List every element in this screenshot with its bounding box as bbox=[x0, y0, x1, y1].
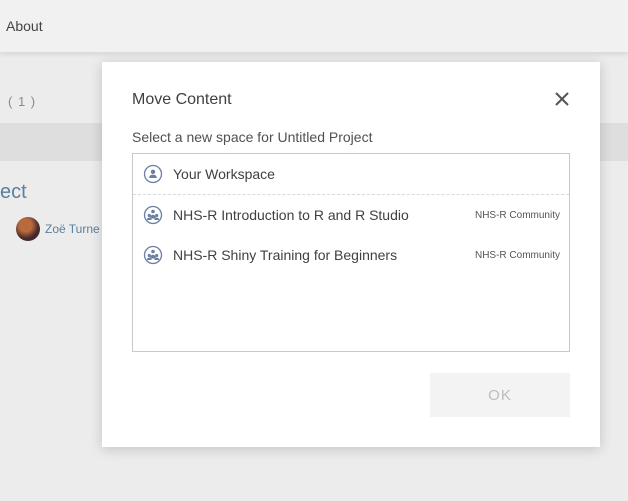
space-label: NHS-R Shiny Training for Beginners bbox=[173, 247, 398, 263]
close-icon bbox=[555, 92, 569, 106]
group-icon bbox=[143, 205, 163, 225]
space-item-your-workspace[interactable]: Your Workspace bbox=[133, 154, 569, 195]
avatar bbox=[16, 217, 40, 241]
item-count: ( 1 ) bbox=[8, 94, 37, 109]
move-content-dialog: Move Content Select a new space for Unti… bbox=[102, 62, 600, 447]
space-owner: NHS-R Community bbox=[474, 249, 560, 261]
space-item-nhsr-intro[interactable]: NHS-R Introduction to R and R Studio NHS… bbox=[133, 195, 569, 235]
ok-button[interactable]: OK bbox=[430, 373, 570, 417]
space-label: NHS-R Introduction to R and R Studio bbox=[173, 207, 409, 223]
top-navbar: About bbox=[0, 0, 628, 53]
nav-link-about[interactable]: About bbox=[6, 18, 43, 34]
author-info: Zoë Turne bbox=[16, 217, 100, 241]
close-button[interactable] bbox=[552, 89, 572, 109]
space-owner: NHS-R Community bbox=[474, 209, 560, 221]
dialog-title: Move Content bbox=[132, 91, 232, 108]
space-item-nhsr-shiny[interactable]: NHS-R Shiny Training for Beginners NHS-R… bbox=[133, 235, 569, 275]
project-title[interactable]: ect bbox=[0, 181, 27, 204]
user-icon bbox=[143, 164, 163, 184]
dialog-subtitle: Select a new space for Untitled Project bbox=[132, 129, 373, 145]
space-list: Your Workspace NHS-R Introduction to R a… bbox=[132, 153, 570, 352]
space-label: Your Workspace bbox=[173, 166, 275, 182]
author-name[interactable]: Zoë Turne bbox=[45, 222, 100, 236]
group-icon bbox=[143, 245, 163, 265]
